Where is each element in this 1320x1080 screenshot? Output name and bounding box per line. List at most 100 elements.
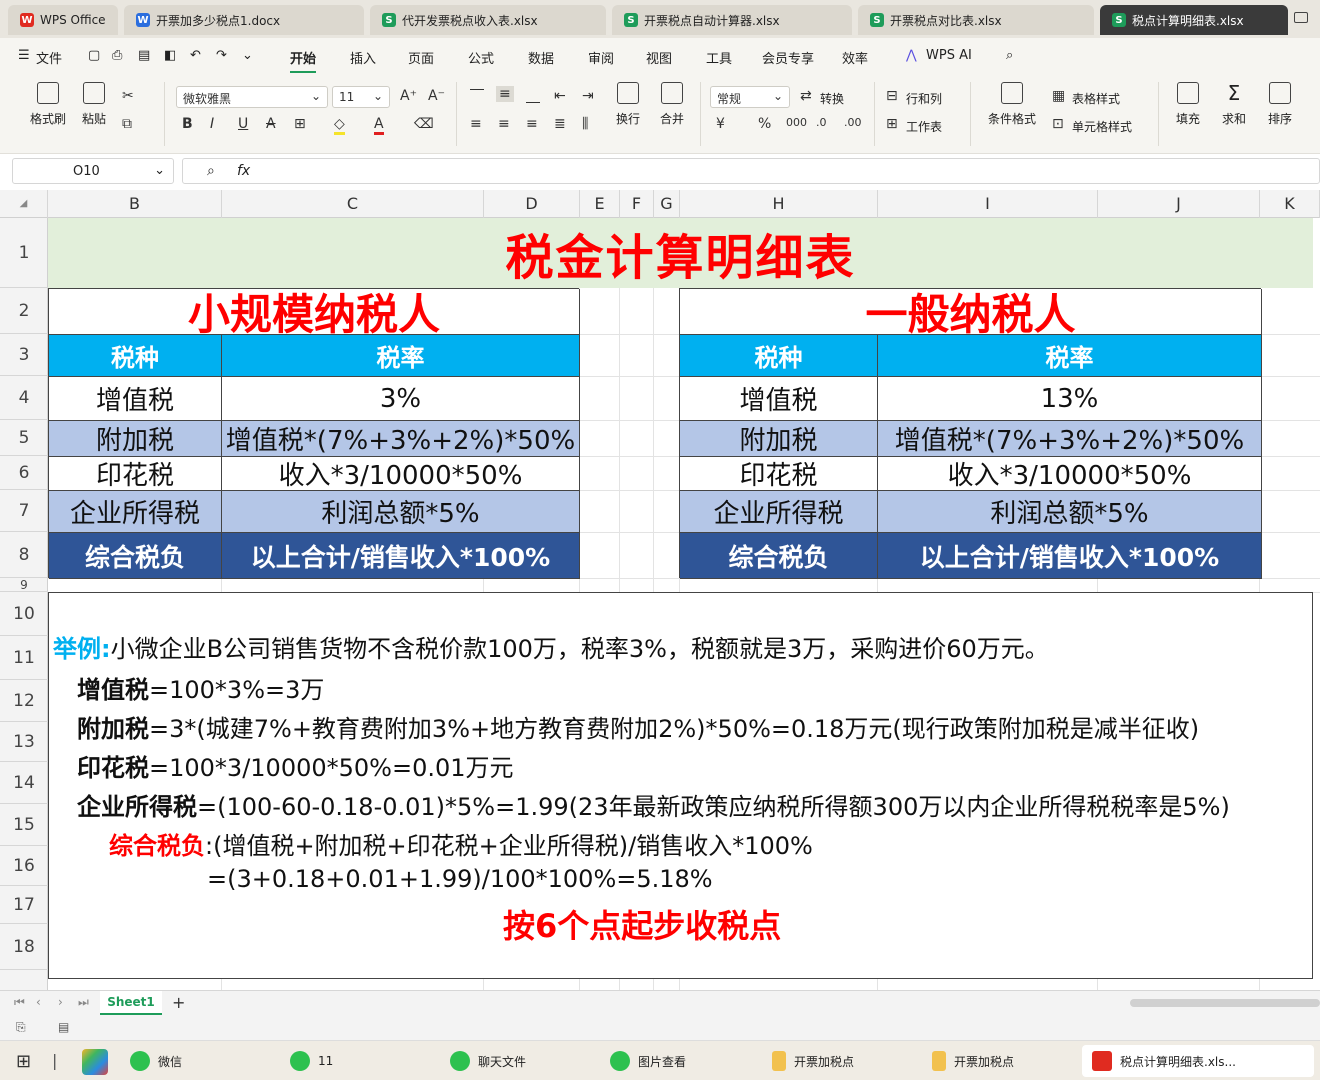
row-header[interactable]: 2	[0, 288, 48, 334]
menu-review[interactable]: 审阅	[588, 48, 614, 67]
taskbar-item-chat-files[interactable]: 聊天文件	[450, 1049, 526, 1073]
print-icon[interactable]: ▤	[138, 48, 150, 63]
column-header-b[interactable]: B	[48, 190, 222, 218]
table-row-tax-type[interactable]: 附加税	[49, 421, 222, 457]
export-icon[interactable]: ⎙	[112, 48, 122, 63]
font-color-icon[interactable]: A	[374, 116, 384, 135]
decrease-decimal-icon[interactable]: .00	[844, 116, 862, 129]
taskbar-item-wechat[interactable]: 微信	[130, 1049, 182, 1073]
format-painter-button[interactable]: 格式刷	[26, 82, 70, 127]
table-style-icon[interactable]: ▦	[1052, 88, 1065, 104]
example-box[interactable]: 举例:小微企业B公司销售货物不含税价款100万，税率3%，税额就是3万，采购进价…	[48, 592, 1313, 979]
total-burden-formula[interactable]: 以上合计/销售收入*100%	[222, 533, 580, 579]
menu-efficiency[interactable]: 效率	[842, 48, 868, 67]
column-header-f[interactable]: F	[620, 190, 654, 218]
tab-xlsx-1[interactable]: S 代开发票税点收入表.xlsx	[370, 5, 606, 35]
sort-button[interactable]: 排序	[1258, 82, 1302, 127]
menu-home[interactable]: 开始	[290, 48, 317, 73]
column-header-g[interactable]: G	[654, 190, 680, 218]
formula-input[interactable]: ⌕ fx	[182, 158, 1320, 184]
align-bottom-icon[interactable]: ⎽	[526, 88, 540, 104]
table-row-tax-type[interactable]: 印花税	[49, 457, 222, 491]
taskbar-item-wps-active[interactable]: 税点计算明细表.xls...	[1082, 1045, 1314, 1077]
page-view-icon[interactable]: ▤	[58, 1020, 69, 1034]
task-view-icon[interactable]: |	[52, 1051, 57, 1070]
cell-style-icon[interactable]: ⊡	[1052, 116, 1064, 132]
conditional-format-button[interactable]: 条件格式	[980, 82, 1044, 127]
row-header[interactable]: 5	[0, 420, 48, 456]
column-header-d[interactable]: D	[484, 190, 580, 218]
menu-insert[interactable]: 插入	[350, 48, 376, 67]
convert-label[interactable]: 转换	[820, 90, 844, 107]
cut-icon[interactable]: ✂	[122, 88, 134, 104]
horizontal-scrollbar[interactable]	[1130, 999, 1320, 1007]
total-burden-label[interactable]: 综合税负	[49, 533, 222, 579]
small-scale-heading[interactable]: 小规模纳税人	[49, 289, 580, 339]
align-right-icon[interactable]: ≡	[526, 116, 538, 132]
macro-icon[interactable]: ⎘	[16, 1020, 26, 1035]
row-col-icon[interactable]: ⊟	[886, 88, 898, 104]
table-row-tax-type[interactable]: 增值税	[680, 377, 878, 421]
worksheet-label[interactable]: 工作表	[906, 118, 942, 135]
column-header-j[interactable]: J	[1098, 190, 1260, 218]
hamburger-icon[interactable]: ☰	[18, 48, 30, 63]
table-row-tax-rate[interactable]: 利润总额*5%	[878, 491, 1262, 533]
undo-icon[interactable]: ↶	[190, 48, 201, 63]
worksheet-icon[interactable]: ⊞	[886, 116, 898, 132]
cell-style-label[interactable]: 单元格样式	[1072, 118, 1132, 135]
tab-xlsx-2[interactable]: S 开票税点自动计算器.xlsx	[612, 5, 852, 35]
row-header[interactable]: 13	[0, 722, 48, 762]
paste-button[interactable]: 粘贴	[72, 82, 116, 127]
app-grid-icon[interactable]	[82, 1049, 108, 1075]
copy-icon[interactable]: ⧉	[122, 116, 132, 132]
align-middle-icon[interactable]: ≡	[496, 86, 514, 102]
menu-tools[interactable]: 工具	[706, 48, 732, 67]
fx-icon[interactable]: fx	[237, 163, 250, 179]
fill-button[interactable]: 填充	[1166, 82, 1210, 127]
general-heading[interactable]: 一般纳税人	[680, 289, 1262, 339]
merge-button[interactable]: 合并	[650, 82, 694, 127]
row-header[interactable]: 7	[0, 490, 48, 532]
sheet-tab-sheet1[interactable]: Sheet1	[100, 991, 162, 1015]
decrease-font-icon[interactable]: A⁻	[428, 88, 445, 104]
tab-xlsx-3[interactable]: S 开票税点对比表.xlsx	[858, 5, 1094, 35]
tab-xlsx-active[interactable]: S 税点计算明细表.xlsx	[1100, 5, 1288, 35]
table-row-tax-rate[interactable]: 收入*3/10000*50%	[222, 457, 580, 491]
menu-view[interactable]: 视图	[646, 48, 672, 67]
worksheet-grid[interactable]: 税金计算明细表 小规模纳税人 税种 税率 增值税 3% 附加税 增值税*(7%+…	[48, 218, 1320, 990]
add-sheet-icon[interactable]: +	[172, 993, 185, 1012]
taskbar-item-chat[interactable]: 11	[290, 1049, 333, 1073]
menu-member[interactable]: 会员专享	[762, 48, 814, 67]
row-header[interactable]: 15	[0, 804, 48, 846]
prev-sheet-icon[interactable]: ‹	[36, 995, 41, 1009]
strikethrough-icon[interactable]: A	[266, 116, 276, 132]
align-top-icon[interactable]: ⎺	[470, 88, 484, 104]
indent-increase-icon[interactable]: ⇥	[582, 88, 594, 104]
tax-type-header[interactable]: 税种	[49, 335, 222, 377]
clear-format-icon[interactable]: ⌫	[414, 116, 434, 132]
table-row-tax-type[interactable]: 企业所得税	[680, 491, 878, 533]
table-row-tax-type[interactable]: 印花税	[680, 457, 878, 491]
row-header[interactable]: 14	[0, 762, 48, 804]
row-header[interactable]: 11	[0, 636, 48, 680]
row-header[interactable]: 10	[0, 592, 48, 636]
convert-icon[interactable]: ⇄	[800, 88, 812, 104]
window-menu-icon[interactable]	[1294, 12, 1308, 23]
table-row-tax-rate[interactable]: 3%	[222, 377, 580, 421]
table-row-tax-rate[interactable]: 13%	[878, 377, 1262, 421]
menu-wps-ai[interactable]: WPS AI	[926, 48, 972, 63]
column-header-k[interactable]: K	[1260, 190, 1320, 218]
tab-wps-office[interactable]: W WPS Office	[8, 5, 118, 35]
wrap-text-button[interactable]: 换行	[606, 82, 650, 127]
column-header-c[interactable]: C	[222, 190, 484, 218]
align-center-icon[interactable]: ≡	[498, 116, 510, 132]
table-row-tax-type[interactable]: 附加税	[680, 421, 878, 457]
bold-icon[interactable]: B	[182, 116, 193, 132]
name-box[interactable]: O10 ⌄	[12, 158, 174, 184]
increase-font-icon[interactable]: A⁺	[400, 88, 417, 104]
tab-docx[interactable]: W 开票加多少税点1.docx	[124, 5, 364, 35]
windows-start-icon[interactable]: ⊞	[16, 1051, 31, 1072]
column-header-e[interactable]: E	[580, 190, 620, 218]
table-row-tax-rate[interactable]: 增值税*(7%+3%+2%)*50%	[222, 421, 580, 457]
percent-icon[interactable]: %	[758, 116, 771, 132]
